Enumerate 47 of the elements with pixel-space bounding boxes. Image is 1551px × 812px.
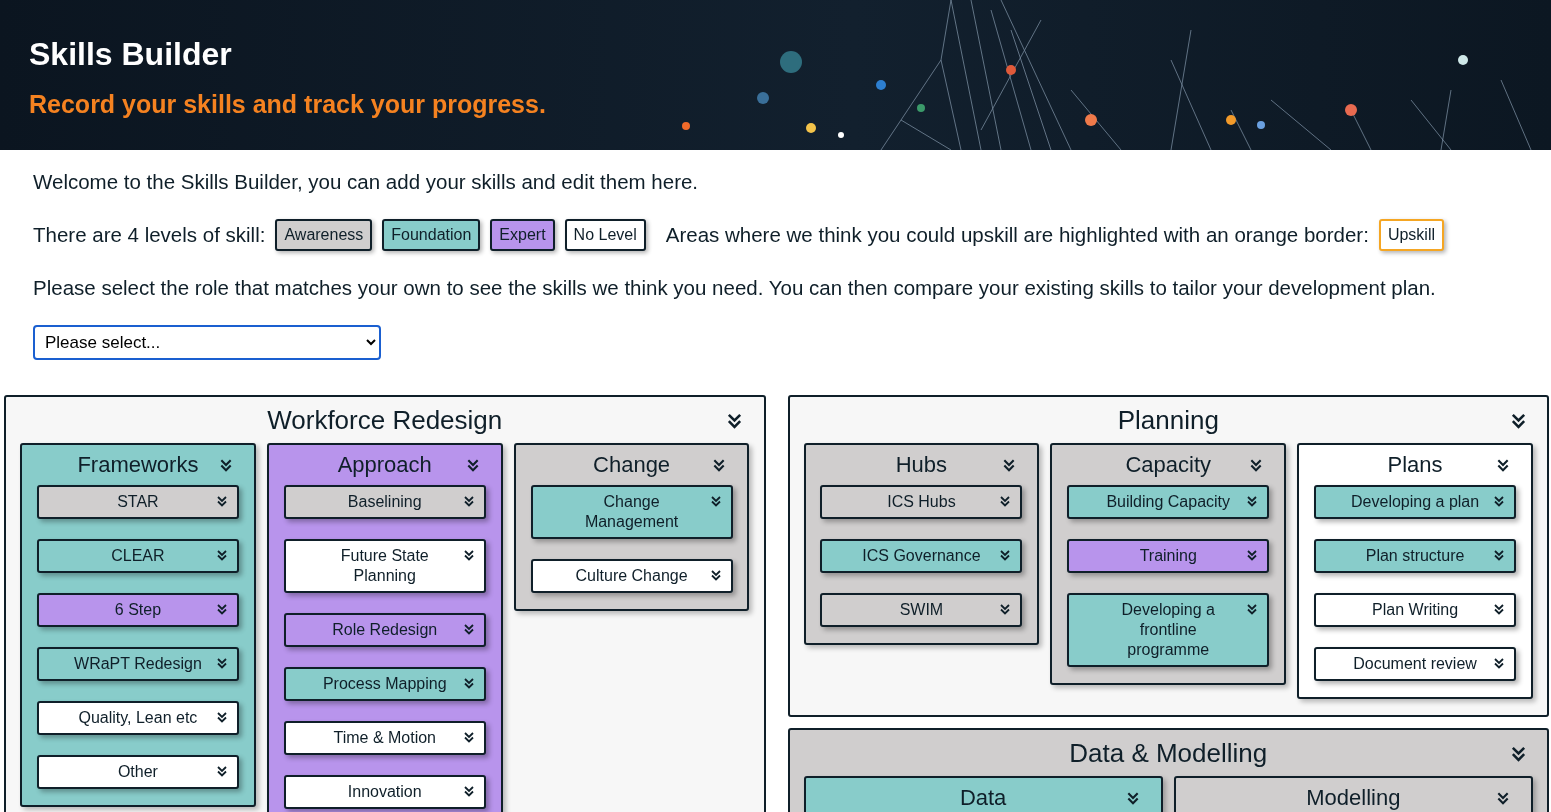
skill-item-button[interactable]: Developing a plan — [1314, 485, 1517, 519]
group-title: Frameworks — [77, 452, 199, 478]
skill-item-button[interactable]: Culture Change — [530, 559, 733, 593]
skill-level-key: No Level — [564, 219, 646, 251]
skill-item-button[interactable]: Change Management — [530, 485, 733, 539]
skill-item-button[interactable]: Plan structure — [1314, 539, 1517, 573]
group-title: Plans — [1387, 452, 1443, 478]
skill-item-button[interactable]: Role Redesign — [283, 613, 486, 647]
skill-level-key: Awareness — [275, 219, 373, 251]
upskill-text: Areas where we think you could upskill are highlighted with an orange border: — [665, 223, 1369, 247]
app-subtitle: Record your skills and track your progress. — [29, 90, 546, 119]
levels-label: There are 4 levels of skill: — [33, 223, 266, 247]
group-title: Capacity — [1125, 452, 1212, 478]
skill-item-button[interactable]: Plan Writing — [1314, 593, 1517, 627]
skill-level-key: Expert — [490, 219, 555, 251]
skill-item-button[interactable]: Building Capacity — [1067, 485, 1270, 519]
group-title: Approach — [337, 452, 432, 478]
group-title: Hubs — [895, 452, 948, 478]
section-title: Data & Modelling — [1069, 737, 1268, 769]
skill-item-button[interactable]: Quality, Lean etc — [36, 701, 239, 735]
skill-item-button[interactable]: Other — [36, 755, 239, 789]
skill-item-button[interactable]: SWIM — [820, 593, 1023, 627]
role-select[interactable]: Please select... — [33, 325, 381, 360]
skill-item-button[interactable]: Training — [1067, 539, 1270, 573]
skill-item-button[interactable]: CLEAR — [36, 539, 239, 573]
group-title: Modelling — [1306, 785, 1401, 811]
skill-item-button[interactable]: ICS Governance — [820, 539, 1023, 573]
group-title: Data — [959, 785, 1007, 811]
skill-item-button[interactable]: Time & Motion — [283, 721, 486, 755]
skill-item-button[interactable]: Process Mapping — [283, 667, 486, 701]
skill-item-button[interactable]: Developing a frontline programme — [1067, 593, 1270, 667]
upskill-key: Upskill — [1378, 219, 1444, 251]
skill-item-button[interactable]: ICS Hubs — [820, 485, 1023, 519]
skill-item-button[interactable]: Future State Planning — [283, 539, 486, 593]
skill-item-button[interactable]: Innovation — [283, 775, 486, 809]
skill-level-key: Foundation — [382, 219, 481, 251]
group-title: Change — [593, 452, 671, 478]
section-title: Planning — [1117, 404, 1219, 436]
section-title: Workforce Redesign — [267, 404, 503, 436]
role-prompt-text: Please select the role that matches your own to see the skills we think you need. You can then compare your existing skills to tailor your development plan. — [33, 276, 1436, 300]
skill-item-button[interactable]: Document review — [1314, 647, 1517, 681]
skill-item-button[interactable]: WRaPT Redesign — [36, 647, 239, 681]
welcome-text: Welcome to the Skills Builder, you can add your skills and edit them here. — [33, 170, 699, 194]
app-title: Skills Builder — [29, 36, 232, 73]
skill-item-button[interactable]: 6 Step — [36, 593, 239, 627]
skill-item-button[interactable]: STAR — [36, 485, 239, 519]
skill-item-button[interactable]: Baselining — [283, 485, 486, 519]
